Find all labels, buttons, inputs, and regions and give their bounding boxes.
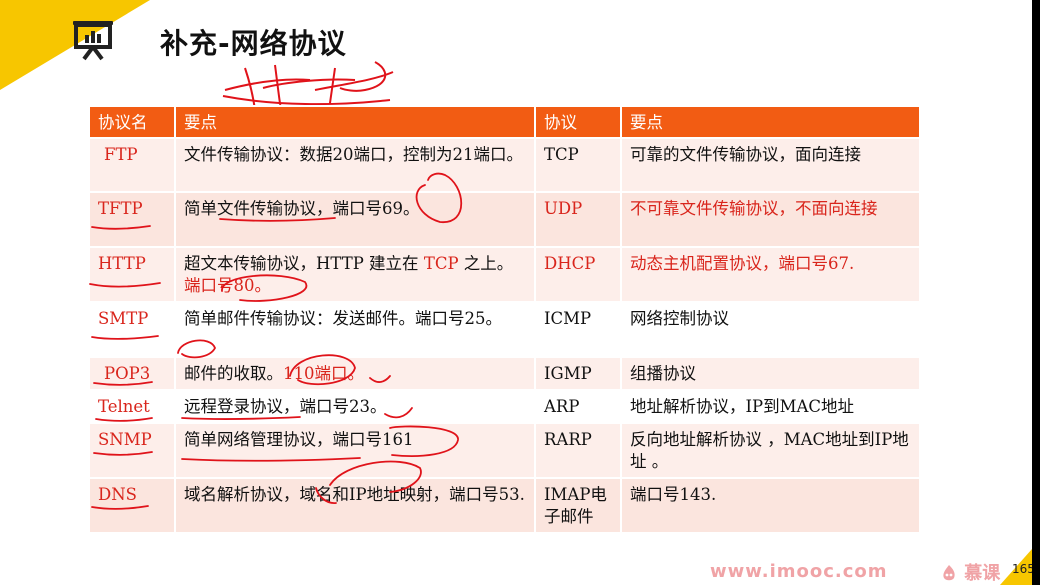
description-cell: 邮件的收取。110端口。	[174, 356, 535, 390]
table-row: Telnet 远程登录协议，端口号23。 ARP 地址解析协议，IP到MAC地址	[88, 389, 919, 423]
protocol-cell: Telnet	[88, 389, 175, 423]
header-protocol-name: 协议名	[88, 105, 175, 138]
protocol-cell: FTP	[88, 137, 175, 192]
description-cell: 网络控制协议	[620, 301, 919, 357]
protocol-cell: SMTP	[88, 301, 175, 357]
slide: 补充-网络协议 http 协议名 要点 协议 要点 FTP 文件传输协议：数据2…	[0, 0, 1032, 585]
description-text: 之上。	[458, 254, 514, 273]
port-highlight: 端口号80。	[184, 276, 271, 295]
protocol-cell: UDP	[534, 191, 621, 247]
description-cell: 简单网络管理协议，端口号161	[174, 422, 535, 478]
protocol-cell: DHCP	[534, 246, 621, 302]
protocol-table: 协议名 要点 协议 要点 FTP 文件传输协议：数据20端口，控制为21端口。 …	[88, 105, 919, 532]
header-key-points: 要点	[174, 105, 535, 138]
protocol-cell: SNMP	[88, 422, 175, 478]
description-cell: 简单文件传输协议，端口号69。	[174, 191, 535, 247]
description-cell: 不可靠文件传输协议，不面向连接	[620, 191, 919, 247]
table-row: TFTP 简单文件传输协议，端口号69。 UDP 不可靠文件传输协议，不面向连接	[88, 191, 919, 247]
page-title: 补充-网络协议	[160, 27, 347, 60]
protocol-cell: HTTP	[88, 246, 175, 302]
header-protocol: 协议	[534, 105, 621, 138]
description-cell: 域名解析协议，域名和IP地址映射，端口号53.	[174, 477, 535, 532]
presenter-board-icon	[73, 21, 113, 61]
description-cell: 远程登录协议，端口号23。	[174, 389, 535, 423]
imooc-logo-icon	[943, 565, 955, 581]
protocol-cell: TFTP	[88, 191, 175, 247]
protocol-cell: ARP	[534, 389, 621, 423]
port-highlight: 110端口。	[283, 364, 364, 383]
protocol-cell: RARP	[534, 422, 621, 478]
watermark-url: www.imooc.com	[710, 561, 888, 582]
page-number: 165	[1012, 562, 1032, 576]
tcp-highlight: TCP	[423, 254, 459, 273]
protocol-cell: IMAP电子邮件	[534, 477, 621, 532]
table-row: POP3 邮件的收取。110端口。 IGMP 组播协议	[88, 356, 919, 390]
description-text: 邮件的收取。	[184, 364, 283, 383]
description-cell: 端口号143.	[620, 477, 919, 532]
description-cell: 动态主机配置协议，端口号67.	[620, 246, 919, 302]
protocol-cell: POP3	[88, 356, 175, 390]
brand-logo: 慕课	[940, 559, 1000, 585]
protocol-cell: IGMP	[534, 356, 621, 390]
description-cell: 地址解析协议，IP到MAC地址	[620, 389, 919, 423]
description-cell: 简单邮件传输协议：发送邮件。端口号25。	[174, 301, 535, 357]
header-key-points-2: 要点	[620, 105, 919, 138]
description-cell: 反向地址解析协议 ，MAC地址到IP地址 。	[620, 422, 919, 478]
table-row: SMTP 简单邮件传输协议：发送邮件。端口号25。 ICMP 网络控制协议	[88, 301, 919, 357]
description-text: 超文本传输协议，HTTP 建立在	[184, 254, 424, 273]
description-cell: 超文本传输协议，HTTP 建立在 TCP 之上。端口号80。	[174, 246, 535, 302]
brand-name: 慕课	[964, 563, 1001, 584]
table-row: FTP 文件传输协议：数据20端口，控制为21端口。 TCP 可靠的文件传输协议…	[88, 137, 919, 192]
table-row: HTTP 超文本传输协议，HTTP 建立在 TCP 之上。端口号80。 DHCP…	[88, 246, 919, 302]
description-cell: 文件传输协议：数据20端口，控制为21端口。	[174, 137, 535, 192]
description-cell: 组播协议	[620, 356, 919, 390]
table-row: SNMP 简单网络管理协议，端口号161 RARP 反向地址解析协议 ，MAC地…	[88, 422, 919, 478]
protocol-cell: ICMP	[534, 301, 621, 357]
description-cell: 可靠的文件传输协议，面向连接	[620, 137, 919, 192]
table-row: DNS 域名解析协议，域名和IP地址映射，端口号53. IMAP电子邮件 端口号…	[88, 477, 919, 532]
protocol-cell: TCP	[534, 137, 621, 192]
table-header-row: 协议名 要点 协议 要点	[88, 105, 919, 138]
protocol-cell: DNS	[88, 477, 175, 532]
